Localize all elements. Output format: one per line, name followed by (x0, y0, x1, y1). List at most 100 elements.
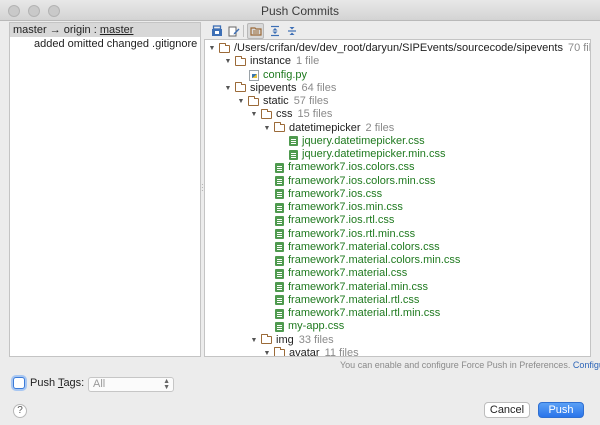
tree-file-row[interactable]: framework7.material.colors.css (275, 241, 440, 254)
css-file-icon (275, 229, 284, 239)
changes-tree[interactable]: ▼/Users/crifan/dev/dev_root/daryun/SIPEv… (204, 39, 591, 357)
tree-item-name: avatar (289, 346, 320, 357)
tree-folder-row[interactable]: ▼ static 57 files (236, 95, 329, 108)
tree-item-name: framework7.ios.rtl.min.css (288, 227, 416, 240)
tree-item-count: 15 files (297, 108, 333, 121)
expand-arrow-icon[interactable]: ▼ (223, 82, 233, 95)
push-tags-select[interactable]: All ▲ ▼ (88, 377, 174, 392)
push-tags-select-value: All (93, 378, 106, 390)
tree-file-row[interactable]: framework7.ios.colors.css (275, 161, 415, 174)
select-chevron-icon: ▲ ▼ (163, 378, 170, 391)
force-push-text: You can enable and configure Force Push … (340, 360, 571, 370)
branch-row[interactable]: master → origin : master (10, 23, 200, 37)
tree-folder-row[interactable]: ▼ img 33 files (249, 334, 334, 347)
css-file-icon (289, 136, 298, 147)
expand-arrow-icon[interactable]: ▼ (236, 95, 246, 108)
tree-file-row[interactable]: framework7.material.min.css (275, 281, 428, 294)
expand-arrow-icon[interactable]: ▼ (249, 108, 259, 121)
push-tags-label[interactable]: Push Tags: (30, 377, 84, 389)
folder-icon (274, 347, 285, 356)
title-bar: Push Commits (0, 0, 600, 21)
tree-item-name: jquery.datetimepicker.min.css (302, 148, 446, 160)
branch-separator: : (93, 24, 97, 36)
help-button[interactable]: ? (13, 404, 27, 418)
expand-all-icon[interactable] (266, 23, 283, 39)
tree-item-name: jquery.datetimepicker.css (302, 134, 425, 147)
tree-file-row[interactable]: config.py (249, 69, 307, 82)
remote-name: origin (63, 24, 91, 36)
target-branch-link[interactable]: master (100, 24, 134, 36)
tree-file-row[interactable]: framework7.material.colors.min.css (275, 254, 460, 267)
tree-file-row[interactable]: framework7.material.rtl.css (275, 294, 419, 307)
folder-icon (274, 122, 285, 132)
push-tags-checkbox[interactable] (13, 377, 25, 389)
expand-arrow-icon[interactable]: ▼ (262, 122, 272, 135)
expand-arrow-icon[interactable]: ▼ (262, 347, 272, 356)
tree-file-row[interactable]: framework7.material.css (275, 267, 407, 280)
css-file-icon (275, 162, 284, 173)
css-file-icon (275, 295, 284, 306)
configure-link[interactable]: Configure (573, 360, 600, 370)
tree-item-count: 57 files (293, 95, 329, 107)
tree-item-name: instance (250, 55, 291, 68)
tree-item-name: framework7.ios.colors.min.css (288, 174, 436, 187)
collapse-all-icon[interactable] (283, 23, 300, 39)
folder-icon (261, 334, 272, 344)
commit-item[interactable]: added omitted changed .gitignore (10, 37, 200, 51)
expand-arrow-icon[interactable]: ▼ (223, 55, 233, 68)
tree-folder-row[interactable]: ▼ css 15 files (249, 108, 333, 121)
push-button[interactable]: Push (538, 402, 584, 418)
tree-item-count: 64 files (301, 81, 337, 94)
tree-item-name: framework7.ios.rtl.css (288, 214, 395, 227)
local-branch: master (13, 24, 47, 36)
tree-folder-row[interactable]: ▼ instance 1 file (223, 55, 320, 68)
branch-arrow: → (49, 24, 61, 36)
tree-item-name: /Users/crifan/dev/dev_root/daryun/SIPEve… (234, 42, 563, 54)
edit-source-icon[interactable] (225, 23, 242, 39)
tree-item-name: datetimepicker (289, 121, 361, 134)
css-file-icon (275, 321, 284, 332)
tree-item-name: framework7.material.css (288, 267, 408, 280)
changes-toolbar (205, 22, 591, 40)
tree-folder-row[interactable]: ▼ avatar 11 files (262, 346, 359, 357)
tree-item-count: 2 files (365, 121, 395, 134)
tree-file-row[interactable]: jquery.datetimepicker.min.css (289, 148, 445, 161)
tree-item-name: sipevents (250, 81, 297, 94)
group-by-directory-icon[interactable] (247, 23, 264, 39)
tree-file-row[interactable]: jquery.datetimepicker.css (289, 135, 425, 148)
window-title: Push Commits (260, 4, 340, 18)
expand-arrow-icon[interactable]: ▼ (249, 334, 259, 347)
tree-item-name: img (276, 333, 294, 346)
tree-file-row[interactable]: framework7.ios.rtl.css (275, 214, 394, 227)
tree-item-name: config.py (263, 68, 308, 81)
tree-item-count: 33 files (298, 333, 334, 346)
tree-file-row[interactable]: framework7.ios.min.css (275, 201, 403, 214)
tree-file-row[interactable]: my-app.css (275, 320, 344, 333)
css-file-icon (275, 282, 284, 292)
push-tags-option[interactable]: Push Tags: (13, 377, 84, 389)
tree-folder-row[interactable]: ▼ sipevents 64 files (223, 81, 337, 95)
css-file-icon (275, 176, 284, 186)
tree-item-name: framework7.material.colors.min.css (288, 254, 461, 266)
tree-item-count: 1 file (295, 55, 320, 68)
tree-file-row[interactable]: framework7.ios.colors.min.css (275, 175, 435, 188)
css-file-icon (275, 189, 284, 200)
cancel-button[interactable]: Cancel (484, 402, 530, 418)
module-icon[interactable] (208, 23, 225, 39)
tree-item-name: css (276, 108, 293, 121)
force-push-note: You can enable and configure Force Push … (340, 360, 600, 370)
commit-message: added omitted changed .gitignore (34, 38, 198, 50)
tree-file-row[interactable]: framework7.ios.rtl.min.css (275, 228, 415, 241)
tree-folder-row[interactable]: ▼ datetimepicker 2 files (262, 121, 395, 135)
folder-icon (235, 55, 246, 66)
tree-file-row[interactable]: framework7.ios.css (275, 188, 382, 201)
tree-folder-row[interactable]: ▼ /Users/crifan/dev/dev_root/daryun/SIPEv… (207, 42, 590, 55)
tree-item-name: framework7.material.min.css (288, 280, 428, 293)
css-file-icon (275, 202, 284, 213)
toolbar-separator (243, 25, 244, 37)
tree-item-name: static (263, 95, 289, 107)
expand-arrow-icon[interactable]: ▼ (207, 42, 217, 55)
folder-icon (235, 82, 246, 93)
tree-file-row[interactable]: framework7.material.rtl.min.css (275, 307, 440, 320)
tree-item-name: framework7.ios.css (288, 187, 383, 200)
